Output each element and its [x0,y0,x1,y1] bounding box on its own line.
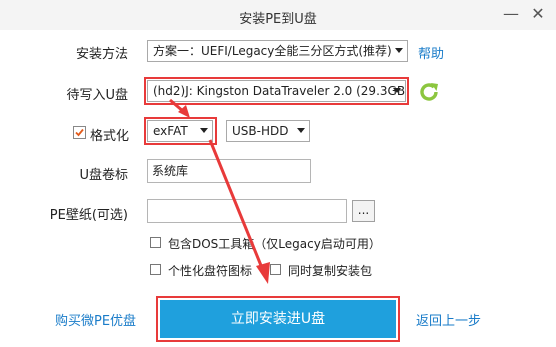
wallpaper-input[interactable] [147,199,347,223]
chevron-down-icon [393,88,401,93]
refresh-icon[interactable] [417,80,441,104]
boot-mode-select[interactable]: USB-HDD [226,120,310,142]
format-checkbox[interactable] [73,126,86,139]
back-link[interactable]: 返回上一步 [416,310,481,329]
install-button[interactable]: 立即安装进U盘 [160,300,396,338]
personalize-icon-checkbox[interactable] [150,264,161,275]
close-button[interactable]: ✕ [527,4,549,24]
boot-mode-value: USB-HDD [232,124,289,138]
volume-label-input[interactable]: 系统库 [147,159,311,183]
annotation-arrow-2-head [256,262,270,284]
wallpaper-label: PE壁纸(可选) [49,208,128,223]
install-method-select[interactable]: 方案一：UEFI/Legacy全能三分区方式(推荐) [147,40,408,62]
install-method-value: 方案一：UEFI/Legacy全能三分区方式(推荐) [153,44,392,58]
volume-label-label: U盘卷标 [79,168,128,183]
include-dos-label: 包含DOS工具箱（仅Legacy启动可用） [168,237,381,251]
copy-installer-checkbox[interactable] [270,264,281,275]
minimize-button[interactable]: — [500,4,522,24]
browse-button[interactable]: ... [352,200,375,222]
include-dos-checkbox[interactable] [150,237,161,248]
target-drive-label: 待写入U盘 [66,88,128,103]
target-drive-select[interactable]: (hd2)J: Kingston DataTraveler 2.0 (29.3G… [147,80,406,102]
format-label: 格式化 [90,129,130,144]
chevron-down-icon [200,128,208,133]
chevron-down-icon [395,48,403,53]
chevron-down-icon [297,128,305,133]
install-method-label: 安装方法 [75,47,128,62]
filesystem-value: exFAT [153,124,188,138]
filesystem-select[interactable]: exFAT [147,120,213,142]
buy-pe-usb-link[interactable]: 购买微PE优盘 [55,310,136,329]
personalize-icon-label: 个性化盘符图标 [168,264,253,278]
target-drive-value: (hd2)J: Kingston DataTraveler 2.0 (29.3G… [153,84,406,98]
copy-installer-label: 同时复制安装包 [288,264,373,278]
help-link[interactable]: 帮助 [418,43,444,62]
window-title: 安装PE到U盘 [239,12,317,27]
